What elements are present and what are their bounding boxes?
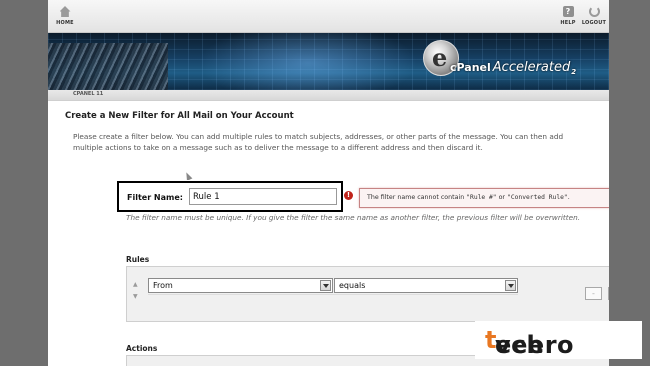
filter-name-highlight: Filter Name: bbox=[117, 181, 343, 212]
brand-name: cPanel bbox=[450, 61, 491, 74]
brand-accelerated: Accelerated bbox=[492, 60, 571, 75]
power-icon bbox=[588, 6, 600, 17]
filter-name-note: The filter name must be unique. If you g… bbox=[126, 213, 581, 222]
rules-panel: ▲▼ From equals - + bbox=[126, 266, 609, 322]
breadcrumb[interactable]: CPANEL 11 bbox=[73, 91, 103, 97]
veerotech-watermark-logo: veero t ech bbox=[475, 321, 642, 359]
brand-version: 2 bbox=[571, 68, 577, 77]
filter-name-label: Filter Name: bbox=[127, 193, 183, 202]
add-rule-button[interactable]: + bbox=[608, 287, 609, 300]
help-icon: ? bbox=[562, 6, 574, 17]
filter-name-input[interactable] bbox=[189, 188, 337, 205]
rules-heading: Rules bbox=[126, 255, 150, 264]
rule-operator-select[interactable]: equals bbox=[334, 278, 518, 293]
mouse-cursor-icon bbox=[183, 171, 193, 181]
home-icon bbox=[59, 6, 71, 17]
rule-reorder-arrows[interactable]: ▲ ▼ bbox=[133, 279, 138, 303]
top-nav: HOME ? HELP LOGOUT bbox=[48, 0, 609, 33]
actions-heading: Actions bbox=[126, 344, 158, 353]
cpanel-page: HOME ? HELP LOGOUT e cPanel Accelerated2 … bbox=[48, 0, 609, 366]
breadcrumb-bar: CPANEL 11 bbox=[48, 90, 609, 101]
rule-field-select[interactable]: From bbox=[148, 278, 333, 293]
filter-name-error: The filter name cannot contain "Rule #" … bbox=[359, 188, 609, 208]
logout-label: LOGOUT bbox=[581, 20, 607, 26]
intro-text: Please create a filter below. You can ad… bbox=[73, 132, 564, 152]
help-label: HELP bbox=[560, 20, 576, 26]
screen: HOME ? HELP LOGOUT e cPanel Accelerated2 … bbox=[0, 0, 650, 366]
rule-value-area bbox=[148, 294, 518, 307]
network-cables-graphic bbox=[48, 43, 168, 90]
banner-brand: cPanel Accelerated2 bbox=[450, 60, 576, 76]
home-label: HOME bbox=[56, 20, 74, 26]
chevron-down-icon bbox=[505, 280, 516, 291]
banner: e cPanel Accelerated2 bbox=[48, 33, 609, 90]
home-button[interactable]: HOME bbox=[48, 6, 82, 26]
chevron-down-icon bbox=[320, 280, 331, 291]
page-title: Create a New Filter for All Mail on Your… bbox=[65, 111, 294, 121]
error-icon: ! bbox=[344, 191, 353, 200]
remove-rule-button[interactable]: - bbox=[585, 287, 602, 300]
logout-button[interactable]: LOGOUT bbox=[577, 6, 609, 26]
